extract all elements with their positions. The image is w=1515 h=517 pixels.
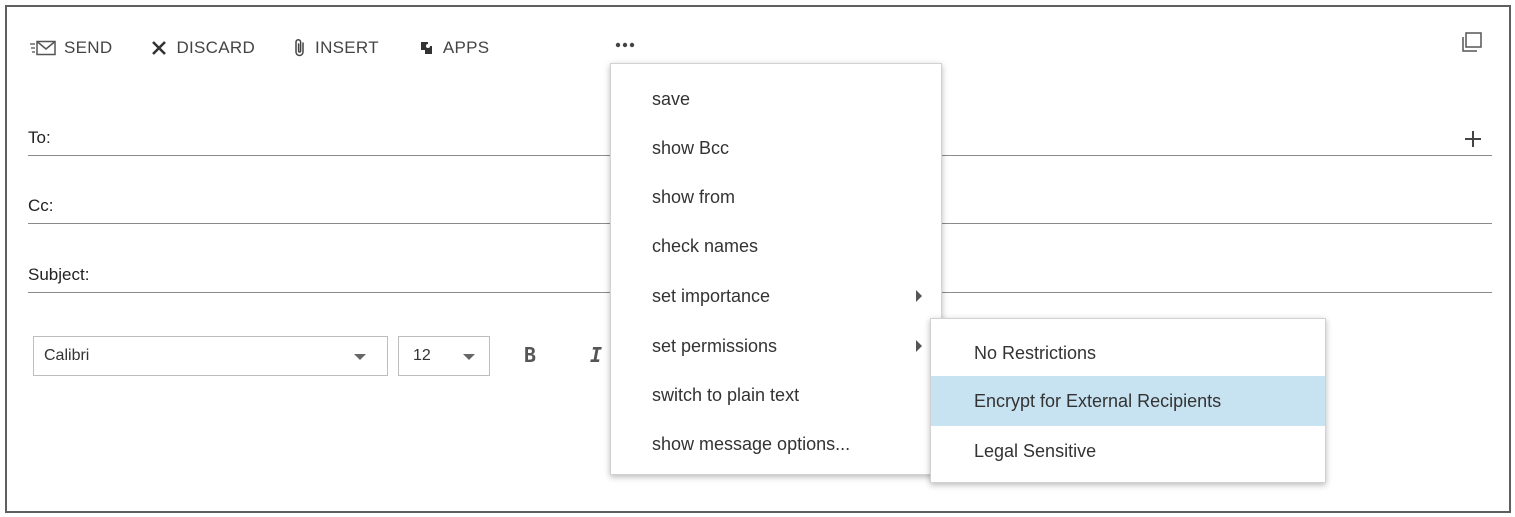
submenu-item-no-restrictions[interactable]: No Restrictions xyxy=(931,328,1325,378)
submenu-item-label: No Restrictions xyxy=(974,343,1097,363)
send-button[interactable]: SEND xyxy=(30,38,112,58)
chevron-right-icon xyxy=(916,340,922,352)
discard-button[interactable]: DISCARD xyxy=(150,38,255,58)
menu-item-show-from[interactable]: show from xyxy=(611,172,941,222)
to-label: To: xyxy=(28,128,51,147)
menu-item-label: show from xyxy=(652,187,736,207)
add-recipient-button[interactable] xyxy=(1462,128,1484,150)
menu-item-switch-plain-text[interactable]: switch to plain text xyxy=(611,370,941,420)
envelope-send-icon xyxy=(30,40,56,56)
insert-button[interactable]: INSERT xyxy=(293,38,379,58)
insert-label: INSERT xyxy=(315,38,379,57)
ellipsis-icon xyxy=(615,42,635,48)
send-label: SEND xyxy=(64,38,113,57)
menu-item-label: set importance xyxy=(652,286,771,306)
caret-down-icon xyxy=(463,354,475,360)
submenu-item-label: Legal Sensitive xyxy=(974,441,1097,461)
plus-icon xyxy=(1465,131,1481,147)
apps-icon xyxy=(417,39,435,57)
discard-label: DISCARD xyxy=(176,38,256,57)
menu-item-label: show message options... xyxy=(652,434,851,454)
x-icon xyxy=(150,39,168,57)
subject-label: Subject: xyxy=(28,265,90,284)
bold-button[interactable]: B xyxy=(524,343,536,367)
more-options-menu: save show Bcc show from check names set … xyxy=(610,63,942,475)
menu-item-set-importance[interactable]: set importance xyxy=(611,271,941,321)
permissions-submenu: No Restrictions Encrypt for External Rec… xyxy=(930,318,1326,483)
menu-item-label: switch to plain text xyxy=(652,385,800,405)
menu-item-label: save xyxy=(652,89,691,109)
popout-button[interactable] xyxy=(1459,30,1485,56)
menu-item-label: check names xyxy=(652,236,759,256)
caret-down-icon xyxy=(354,354,366,360)
paperclip-icon xyxy=(293,38,307,58)
apps-label: APPS xyxy=(442,38,490,57)
menu-item-check-names[interactable]: check names xyxy=(611,221,941,271)
submenu-item-label: Encrypt for External Recipients xyxy=(974,391,1222,411)
italic-button[interactable]: I xyxy=(590,343,602,367)
font-size-value: 12 xyxy=(413,347,431,364)
font-family-select[interactable]: Calibri xyxy=(33,336,388,376)
font-family-value: Calibri xyxy=(44,347,90,364)
menu-item-label: set permissions xyxy=(652,336,778,356)
menu-item-save[interactable]: save xyxy=(611,74,941,124)
apps-button[interactable]: APPS xyxy=(417,38,490,58)
submenu-item-legal-sensitive[interactable]: Legal Sensitive xyxy=(931,426,1325,476)
menu-item-show-message-options[interactable]: show message options... xyxy=(611,419,941,469)
cc-label: Cc: xyxy=(28,196,54,215)
menu-item-set-permissions[interactable]: set permissions xyxy=(611,321,941,371)
menu-item-show-bcc[interactable]: show Bcc xyxy=(611,123,941,173)
menu-item-label: show Bcc xyxy=(652,138,730,158)
submenu-item-encrypt-external[interactable]: Encrypt for External Recipients xyxy=(931,376,1325,426)
compose-toolbar: SEND DISCARD INSERT APPS xyxy=(30,34,527,62)
more-options-button[interactable] xyxy=(612,34,638,56)
popout-window-icon xyxy=(1462,32,1482,52)
font-size-select[interactable]: 12 xyxy=(398,336,490,376)
chevron-right-icon xyxy=(916,290,922,302)
